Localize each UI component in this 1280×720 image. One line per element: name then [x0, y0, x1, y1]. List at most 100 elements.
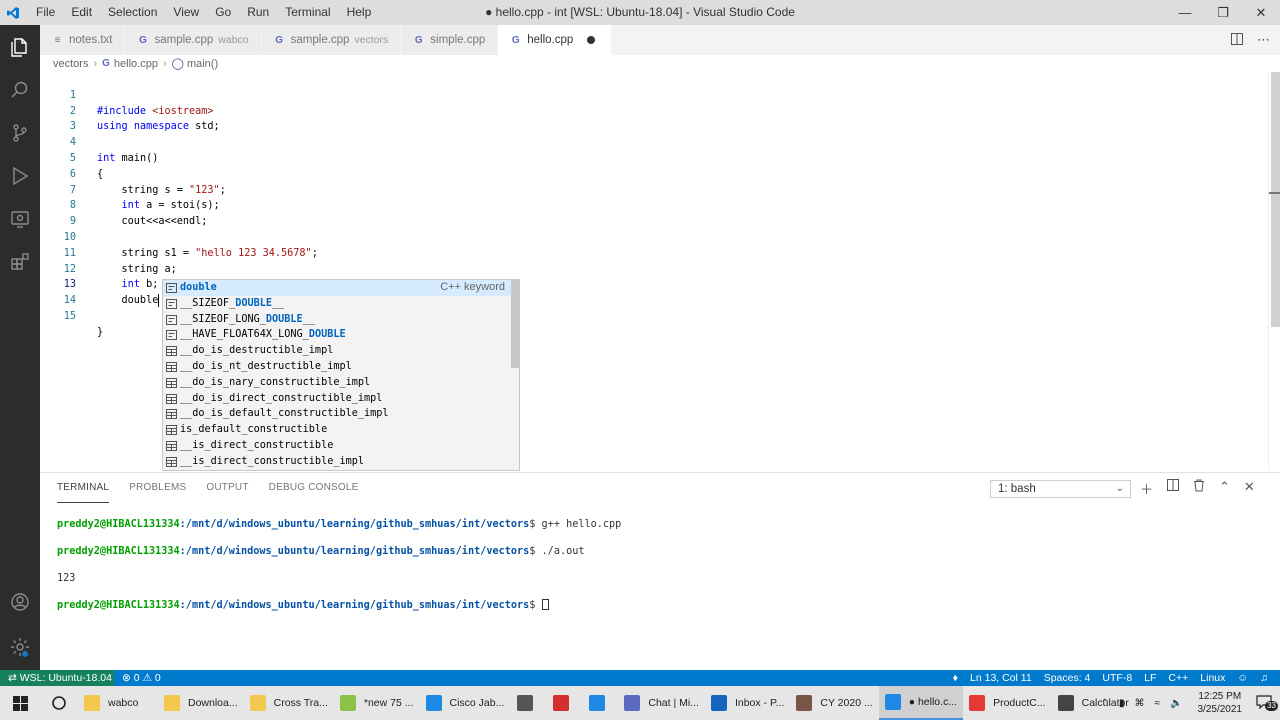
search-icon[interactable]: [0, 68, 40, 111]
wifi-icon[interactable]: ≈: [1150, 698, 1166, 709]
taskbar-app-button[interactable]: ProductC...: [963, 686, 1052, 720]
volume-icon[interactable]: 🔈: [1165, 698, 1187, 709]
breadcrumb-file[interactable]: hello.cpp: [114, 58, 158, 70]
extensions-icon[interactable]: [0, 240, 40, 283]
taskbar-app-button[interactable]: Chat | Mi...: [618, 686, 705, 720]
tab-terminal[interactable]: TERMINAL: [57, 473, 110, 503]
taskbar-app-button[interactable]: Downloa...: [158, 686, 244, 720]
code-line: 3: [40, 104, 1268, 132]
taskbar-app-button[interactable]: Inbox - P...: [705, 686, 790, 720]
taskbar-app-button[interactable]: [582, 686, 618, 720]
action-center-icon[interactable]: 33: [1252, 694, 1280, 712]
taskbar-app-button[interactable]: wabco: [78, 686, 158, 720]
suggestion-item[interactable]: __SIZEOF_LONG_DOUBLE__: [163, 312, 511, 328]
suggestion-item[interactable]: __HAVE_FLOAT64X_LONG_DOUBLE: [163, 327, 511, 343]
suggestion-item[interactable]: double C++ keyword: [163, 280, 511, 296]
end-of-line[interactable]: LF: [1138, 670, 1162, 686]
menu-help[interactable]: Help: [339, 0, 380, 25]
taskbar-app-label: Downloa...: [188, 697, 238, 709]
suggestion-item[interactable]: __SIZEOF_DOUBLE__: [163, 296, 511, 312]
taskbar-app-button[interactable]: CY 2020 ...: [790, 686, 878, 720]
tab-sample-cpp-vectors[interactable]: G sample.cpp vectors: [261, 25, 402, 55]
maximize-panel-icon[interactable]: ⌃: [1219, 479, 1230, 498]
scrollbar-thumb[interactable]: [1271, 72, 1280, 327]
clock[interactable]: 12:25 PM 3/25/2021: [1198, 690, 1243, 716]
language-mode[interactable]: C++: [1162, 670, 1194, 686]
notifications-bell-icon[interactable]: ♫: [1254, 670, 1274, 686]
start-button[interactable]: [0, 686, 40, 720]
tab-hello-cpp[interactable]: G hello.cpp: [498, 25, 613, 55]
clock-date: 3/25/2021: [1197, 704, 1243, 715]
suggestion-item[interactable]: __do_is_direct_constructible_impl: [163, 391, 511, 407]
taskbar-app-label: CY 2020 ...: [820, 697, 873, 709]
tray-chevron-up-icon[interactable]: ⌃: [1096, 698, 1114, 709]
explorer-icon[interactable]: [0, 25, 40, 68]
remote-indicator[interactable]: ⇄ WSL: Ubuntu-18.04: [0, 670, 114, 686]
menu-edit[interactable]: Edit: [63, 0, 100, 25]
manage-gear-icon[interactable]: [0, 625, 40, 668]
unsaved-dot-icon[interactable]: [587, 36, 596, 44]
feedback-icon[interactable]: ☺: [1231, 670, 1254, 686]
breadcrumb-folder[interactable]: vectors: [53, 58, 88, 70]
suggestion-item[interactable]: __is_direct_constructible_impl: [163, 454, 511, 470]
tab-problems[interactable]: PROBLEMS: [129, 473, 186, 503]
split-terminal-icon[interactable]: [1167, 479, 1180, 498]
encoding[interactable]: UTF-8: [1096, 670, 1138, 686]
menu-file[interactable]: File: [28, 0, 63, 25]
menu-terminal[interactable]: Terminal: [277, 0, 338, 25]
suggestion-item[interactable]: __do_is_nt_destructible_impl: [163, 359, 511, 375]
run-debug-icon[interactable]: [0, 154, 40, 197]
taskbar-app-button[interactable]: Cross Tra...: [244, 686, 334, 720]
tab-sample-cpp-wabco[interactable]: G sample.cpp wabco: [125, 25, 262, 55]
taskbar-app-button[interactable]: *new 75 ...: [334, 686, 420, 720]
platform[interactable]: Linux: [1194, 670, 1231, 686]
editor-scrollbar[interactable]: [1268, 72, 1280, 470]
close-panel-icon[interactable]: ✕: [1244, 479, 1255, 498]
tab-simple-cpp[interactable]: G simple.cpp: [401, 25, 499, 55]
tab-output[interactable]: OUTPUT: [206, 473, 248, 503]
terminal-output[interactable]: preddy2@HIBACL131334:/mnt/d/windows_ubun…: [57, 505, 621, 639]
indentation[interactable]: Spaces: 4: [1038, 670, 1097, 686]
code-line: 11 string a;: [40, 230, 1268, 275]
taskbar-app-button[interactable]: Cisco Jab...: [420, 686, 511, 720]
taskbar-app-button[interactable]: [546, 686, 582, 720]
menu-view[interactable]: View: [165, 0, 207, 25]
suggestion-item[interactable]: __is_direct_constructible: [163, 438, 511, 454]
suggestion-label-part: __SIZEOF_: [180, 297, 236, 309]
minimize-icon[interactable]: —: [1166, 0, 1204, 25]
live-share-icon[interactable]: ♦: [947, 670, 964, 686]
code-line: 8 cout<<a<<endl;: [40, 183, 1268, 227]
network-icon[interactable]: ⌘: [1130, 698, 1150, 709]
tab-notes-txt[interactable]: ≡ notes.txt: [40, 25, 126, 55]
cursor-position[interactable]: Ln 13, Col 11: [964, 670, 1038, 686]
trash-icon[interactable]: [1193, 479, 1205, 498]
suggestion-item[interactable]: __do_is_destructible_impl: [163, 343, 511, 359]
taskbar-app-button[interactable]: ● hello.c...: [878, 686, 964, 720]
remote-explorer-icon[interactable]: [0, 197, 40, 240]
menu-run[interactable]: Run: [239, 0, 277, 25]
notification-count: 33: [1265, 700, 1278, 711]
menu-selection[interactable]: Selection: [100, 0, 165, 25]
suggestion-detail: C++ keyword: [440, 281, 505, 293]
close-icon[interactable]: ✕: [1242, 0, 1280, 25]
taskbar-app-button[interactable]: [510, 686, 546, 720]
suggestion-item[interactable]: is_default_constructible: [163, 422, 511, 438]
restore-icon[interactable]: ❐: [1204, 0, 1242, 25]
source-control-icon[interactable]: [0, 111, 40, 154]
menu-go[interactable]: Go: [207, 0, 239, 25]
new-terminal-icon[interactable]: ＋: [1140, 479, 1153, 498]
cortana-search-button[interactable]: [40, 686, 78, 720]
problems-indicator[interactable]: ⊗ 0 ⚠ 0: [122, 670, 161, 686]
breadcrumb-symbol[interactable]: main(): [187, 58, 218, 70]
error-count: 0: [133, 672, 140, 684]
more-actions-icon[interactable]: ⋯: [1257, 32, 1270, 48]
battery-icon[interactable]: ▮: [1114, 698, 1130, 709]
split-editor-icon[interactable]: [1231, 32, 1243, 48]
suggestion-scrollbar[interactable]: [511, 280, 519, 368]
terminal-select[interactable]: 1: bash ⌄: [990, 480, 1131, 498]
suggestion-item[interactable]: __do_is_nary_constructible_impl: [163, 375, 511, 391]
code-line-current: 13 double: [40, 262, 1268, 307]
tab-debug-console[interactable]: DEBUG CONSOLE: [269, 473, 359, 503]
suggestion-item[interactable]: __do_is_default_constructible_impl: [163, 406, 511, 422]
account-icon[interactable]: [0, 580, 40, 623]
